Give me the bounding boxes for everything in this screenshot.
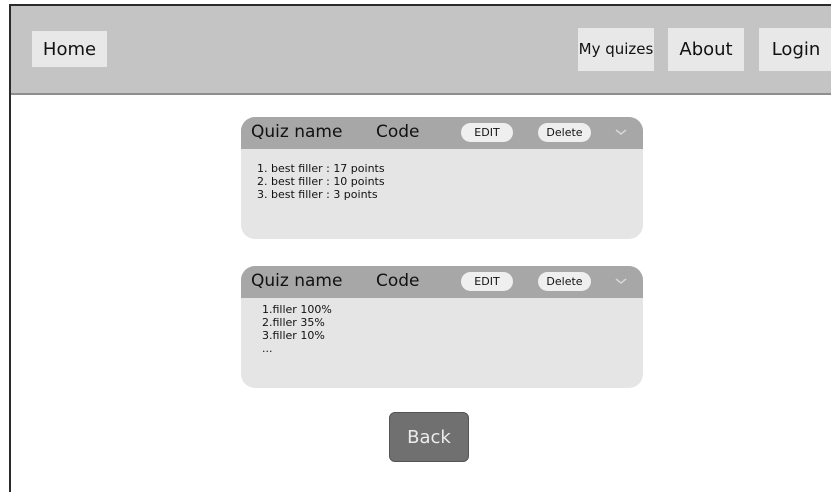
quiz-name: Quiz name <box>251 122 343 142</box>
quiz-code: Code <box>376 122 420 142</box>
quiz-name: Quiz name <box>251 271 343 291</box>
quiz-code: Code <box>376 271 420 291</box>
quiz-results-list: 1. best filler : 17 points 2. best fille… <box>257 162 385 201</box>
list-item: 2. best filler : 10 points <box>257 175 385 188</box>
list-item: 1.filler 100% <box>262 303 332 316</box>
edit-quiz-button[interactable]: EDIT <box>461 123 513 142</box>
nav-about-button[interactable]: About <box>668 28 744 71</box>
delete-quiz-button[interactable]: Delete <box>538 123 591 142</box>
chevron-down-icon[interactable] <box>613 275 629 287</box>
edit-quiz-button[interactable]: EDIT <box>461 272 513 291</box>
app-window: Home My quizes About Login Quiz name Cod… <box>9 4 831 492</box>
nav-my-quizes-button[interactable]: My quizes <box>578 28 654 71</box>
quiz-card-header: Quiz name Code EDIT Delete <box>241 117 643 149</box>
delete-quiz-button[interactable]: Delete <box>538 272 591 291</box>
chevron-down-icon[interactable] <box>613 126 629 138</box>
quiz-card: Quiz name Code EDIT Delete 1. best fille… <box>241 117 643 239</box>
nav-home-button[interactable]: Home <box>32 31 107 67</box>
list-item: 1. best filler : 17 points <box>257 162 385 175</box>
list-item: 3.filler 10% <box>262 329 325 342</box>
quiz-results-list: 1.filler 100% 2.filler 35% 3.filler 10% … <box>262 303 332 355</box>
list-item: 3. best filler : 3 points <box>257 188 378 201</box>
quiz-card: Quiz name Code EDIT Delete 1.filler 100%… <box>241 266 643 388</box>
back-button[interactable]: Back <box>389 412 469 462</box>
nav-login-button[interactable]: Login <box>759 28 831 71</box>
list-item: 2.filler 35% <box>262 316 325 329</box>
quiz-card-header: Quiz name Code EDIT Delete <box>241 266 643 298</box>
list-item: ... <box>262 342 273 355</box>
top-navigation-bar: Home My quizes About Login <box>11 6 831 95</box>
